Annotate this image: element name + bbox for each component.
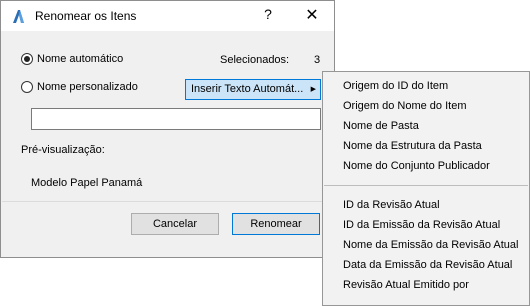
rename-items-dialog: Renomear os Itens ? ✕ Nome automático Se… <box>0 0 335 258</box>
auto-name-radio[interactable] <box>21 53 33 65</box>
help-button[interactable]: ? <box>261 6 275 24</box>
rename-button[interactable]: Renomear <box>232 213 320 235</box>
preview-label: Pré-visualização: <box>21 144 105 156</box>
archicad-app-icon <box>13 10 24 23</box>
auto-name-option[interactable]: Nome automático <box>21 53 123 65</box>
auto-name-label: Nome automático <box>37 53 124 65</box>
menu-item-publisher-set-name[interactable]: Nome do Conjunto Publicador <box>343 160 490 172</box>
menu-item-item-id-source[interactable]: Origem do ID do Item <box>343 80 448 92</box>
dialog-title: Renomear os Itens <box>35 9 137 23</box>
menu-item-current-revision-id[interactable]: ID da Revisão Atual <box>343 199 440 211</box>
close-icon[interactable]: ✕ <box>304 5 320 25</box>
cancel-button[interactable]: Cancelar <box>131 213 219 235</box>
autotext-submenu: Origem do ID do Item Origem do Nome do I… <box>322 71 530 306</box>
menu-item-current-revision-issue-name[interactable]: Nome da Emissão da Revisão Atual <box>343 239 518 251</box>
preview-value: Modelo Papel Panamá <box>31 177 143 189</box>
menu-item-item-name-source[interactable]: Origem do Nome do Item <box>343 100 467 112</box>
selected-label: Selecionados: <box>220 54 290 66</box>
menu-item-current-revision-issue-id[interactable]: ID da Emissão da Revisão Atual <box>343 219 500 231</box>
menu-item-folder-structure-name[interactable]: Nome da Estrutura da Pasta <box>343 140 482 152</box>
menu-item-current-revision-issued-by[interactable]: Revisão Atual Emitido por <box>343 279 469 291</box>
insert-autotext-label: Inserir Texto Automát... <box>191 83 304 95</box>
custom-name-input[interactable] <box>31 108 321 130</box>
custom-name-radio[interactable] <box>21 81 33 93</box>
submenu-arrow-icon: ▶ <box>310 86 316 93</box>
menu-item-folder-name[interactable]: Nome de Pasta <box>343 120 419 132</box>
insert-autotext-button[interactable]: Inserir Texto Automát... ▶ <box>185 79 321 100</box>
menu-item-current-revision-issue-date[interactable]: Data da Emissão da Revisão Atual <box>343 259 512 271</box>
menu-separator <box>324 185 528 186</box>
title-bar: Renomear os Itens ? ✕ <box>1 1 334 31</box>
footer-divider <box>2 201 333 202</box>
custom-name-option[interactable]: Nome personalizado <box>21 81 138 93</box>
selected-count: 3 <box>314 54 321 66</box>
custom-name-label: Nome personalizado <box>37 81 138 93</box>
